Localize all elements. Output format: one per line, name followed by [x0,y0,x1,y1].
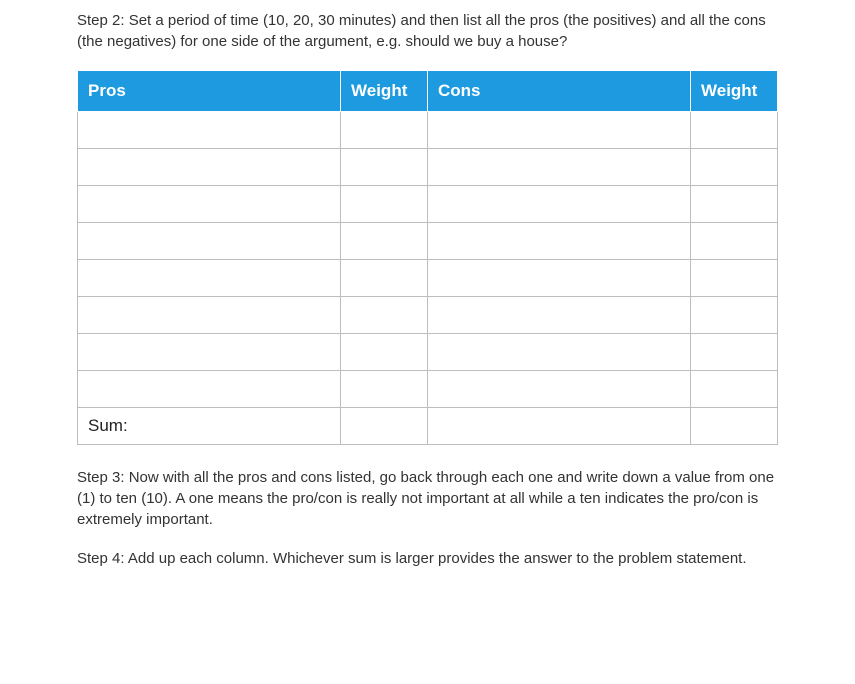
table-cell[interactable] [341,148,428,185]
header-pros: Pros [78,71,341,112]
table-cell[interactable] [427,222,690,259]
table-cell[interactable] [427,148,690,185]
table-cell[interactable] [691,333,778,370]
table-cell[interactable] [341,296,428,333]
table-cell[interactable] [78,296,341,333]
table-cell[interactable] [78,148,341,185]
table-cell[interactable] [78,222,341,259]
table-cell[interactable] [341,111,428,148]
table-row [78,222,778,259]
sum-value-cell[interactable] [691,407,778,444]
table-row [78,148,778,185]
table-cell[interactable] [78,185,341,222]
table-cell[interactable] [691,222,778,259]
table-cell[interactable] [78,333,341,370]
sum-value-cell[interactable] [341,407,428,444]
table-cell[interactable] [691,296,778,333]
table-row [78,185,778,222]
table-cell[interactable] [341,259,428,296]
table-cell[interactable] [427,185,690,222]
table-cell[interactable] [341,370,428,407]
table-cell[interactable] [691,259,778,296]
sum-label-cell: Sum: [78,407,341,444]
table-cell[interactable] [78,370,341,407]
table-row [78,370,778,407]
sum-row: Sum: [78,407,778,444]
table-cell[interactable] [78,111,341,148]
step-4-text: Step 4: Add up each column. Whichever su… [77,548,778,569]
table-cell[interactable] [341,222,428,259]
table-cell[interactable] [78,259,341,296]
step-2-text: Step 2: Set a period of time (10, 20, 30… [77,10,778,52]
header-weight-pros: Weight [341,71,428,112]
table-row [78,333,778,370]
table-cell[interactable] [427,333,690,370]
pros-cons-table: Pros Weight Cons Weight Sum: [77,70,778,445]
table-cell[interactable] [427,370,690,407]
table-cell[interactable] [341,333,428,370]
table-header-row: Pros Weight Cons Weight [78,71,778,112]
table-cell[interactable] [427,111,690,148]
table-body: Sum: [78,111,778,444]
table-cell[interactable] [691,148,778,185]
header-cons: Cons [427,71,690,112]
table-row [78,296,778,333]
table-cell[interactable] [691,111,778,148]
sum-value-cell[interactable] [427,407,690,444]
table-cell[interactable] [691,185,778,222]
table-row [78,111,778,148]
table-cell[interactable] [427,259,690,296]
table-row [78,259,778,296]
step-3-text: Step 3: Now with all the pros and cons l… [77,467,778,530]
table-cell[interactable] [691,370,778,407]
table-cell[interactable] [427,296,690,333]
header-weight-cons: Weight [691,71,778,112]
table-cell[interactable] [341,185,428,222]
